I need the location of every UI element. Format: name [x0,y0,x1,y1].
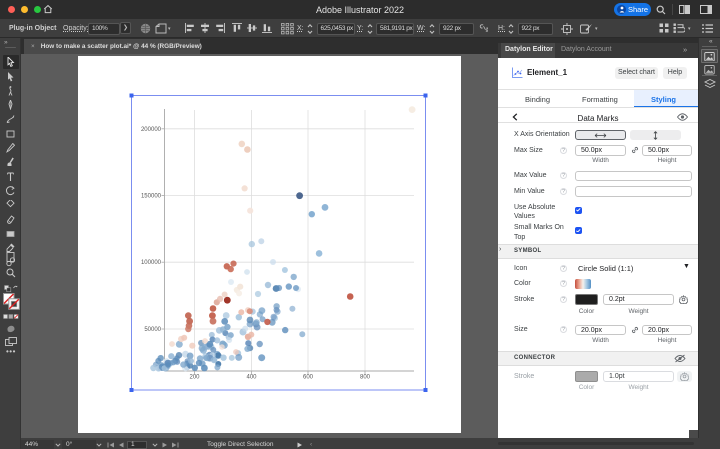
svg-text:50000: 50000 [144,327,161,333]
svg-text:200: 200 [189,375,200,381]
svg-text:400: 400 [246,375,257,381]
svg-text:800: 800 [360,375,371,381]
svg-text:600: 600 [303,375,314,381]
svg-text:100000: 100000 [141,260,162,266]
svg-text:200000: 200000 [141,127,162,133]
svg-text:150000: 150000 [141,194,162,200]
